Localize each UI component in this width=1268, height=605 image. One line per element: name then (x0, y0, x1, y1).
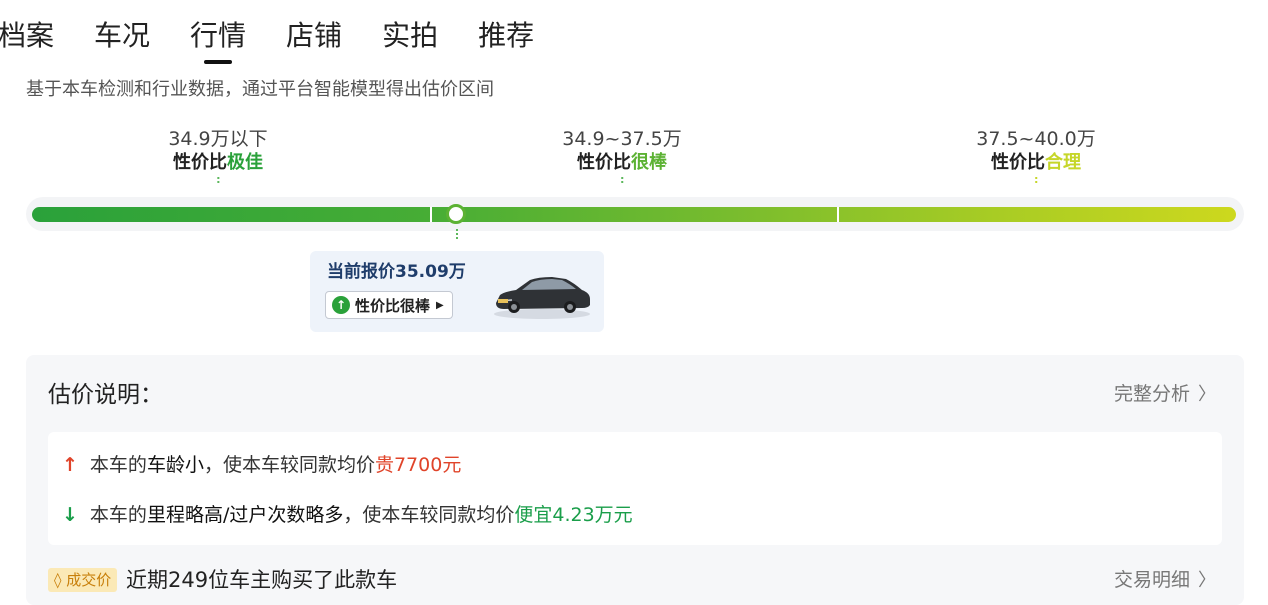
range-level: 性价比合理 (991, 152, 1081, 173)
range-price: 34.9~37.5万 (562, 128, 682, 150)
arrow-down-icon: ↓ (62, 504, 78, 526)
panel-title: 估价说明： (48, 382, 163, 408)
tab-condition[interactable]: 车况 (94, 16, 150, 56)
current-price: 当前报价35.09万 (327, 262, 466, 282)
current-price-card[interactable]: 当前报价35.09万 ↑ 性价比很棒 ▶ (310, 251, 604, 332)
reason-item: ↓ 本车的里程略高/过户次数略多，使本车较同款均价便宜4.23万元 (62, 504, 633, 526)
price-range-bar (32, 207, 1236, 222)
valuation-explanation-panel: 估价说明： 完整分析〉 ↑ 本车的车龄小，使本车较同款均价贵7700元 ↓ 本车的里… (26, 355, 1244, 605)
range-connector (621, 177, 623, 185)
tab-bar: 档案 车况 行情 店铺 实拍 推荐 (0, 16, 574, 66)
range-price: 37.5~40.0万 (976, 128, 1096, 150)
tab-recommend[interactable]: 推荐 (478, 16, 534, 56)
value-badge[interactable]: ↑ 性价比很棒 ▶ (325, 291, 453, 319)
tab-archive[interactable]: 档案 (0, 16, 54, 56)
transaction-details-link[interactable]: 交易明细〉 (1114, 566, 1216, 595)
full-analysis-link[interactable]: 完整分析〉 (1114, 379, 1216, 410)
diamond-icon: ◊ (54, 571, 67, 589)
range-level: 性价比很棒 (577, 152, 667, 173)
valuation-description: 基于本车检测和行业数据，通过平台智能模型得出估价区间 (26, 79, 494, 100)
chevron-right-icon: 〉 (1198, 384, 1216, 405)
deal-price-row: ◊ 成交价 近期249位车主购买了此款车 交易明细〉 (48, 566, 1222, 596)
car-image (494, 277, 590, 319)
tab-store[interactable]: 店铺 (286, 16, 342, 56)
range-level: 性价比极佳 (173, 152, 263, 173)
reason-item: ↑ 本车的车龄小，使本车较同款均价贵7700元 (62, 454, 462, 476)
chevron-right-icon: 〉 (1198, 570, 1216, 591)
range-great: 34.9~37.5万 性价比很棒 (562, 127, 682, 185)
range-reasonable: 37.5~40.0万 性价比合理 (976, 127, 1096, 185)
arrow-up-circle-icon: ↑ (332, 296, 350, 314)
current-price-marker (446, 204, 466, 224)
deal-count-text: 近期249位车主购买了此款车 (126, 568, 398, 592)
bar-divider (430, 207, 432, 222)
full-analysis-label: 完整分析 (1113, 383, 1190, 405)
range-price: 34.9万以下 (168, 128, 268, 150)
bar-divider (837, 207, 839, 222)
reasons-box: ↑ 本车的车龄小，使本车较同款均价贵7700元 ↓ 本车的里程略高/过户次数略多，使… (48, 432, 1222, 545)
play-arrow-icon: ▶ (436, 299, 444, 311)
range-excellent: 34.9万以下 性价比极佳 (168, 127, 268, 185)
tab-market[interactable]: 行情 (190, 16, 246, 56)
range-connector (217, 177, 219, 185)
tab-photos[interactable]: 实拍 (382, 16, 438, 56)
marker-connector (456, 229, 458, 239)
badge-label: 性价比很棒 (355, 296, 431, 315)
arrow-up-icon: ↑ (62, 454, 78, 476)
deal-price-tag: ◊ 成交价 (48, 568, 118, 592)
range-connector (1035, 177, 1037, 185)
